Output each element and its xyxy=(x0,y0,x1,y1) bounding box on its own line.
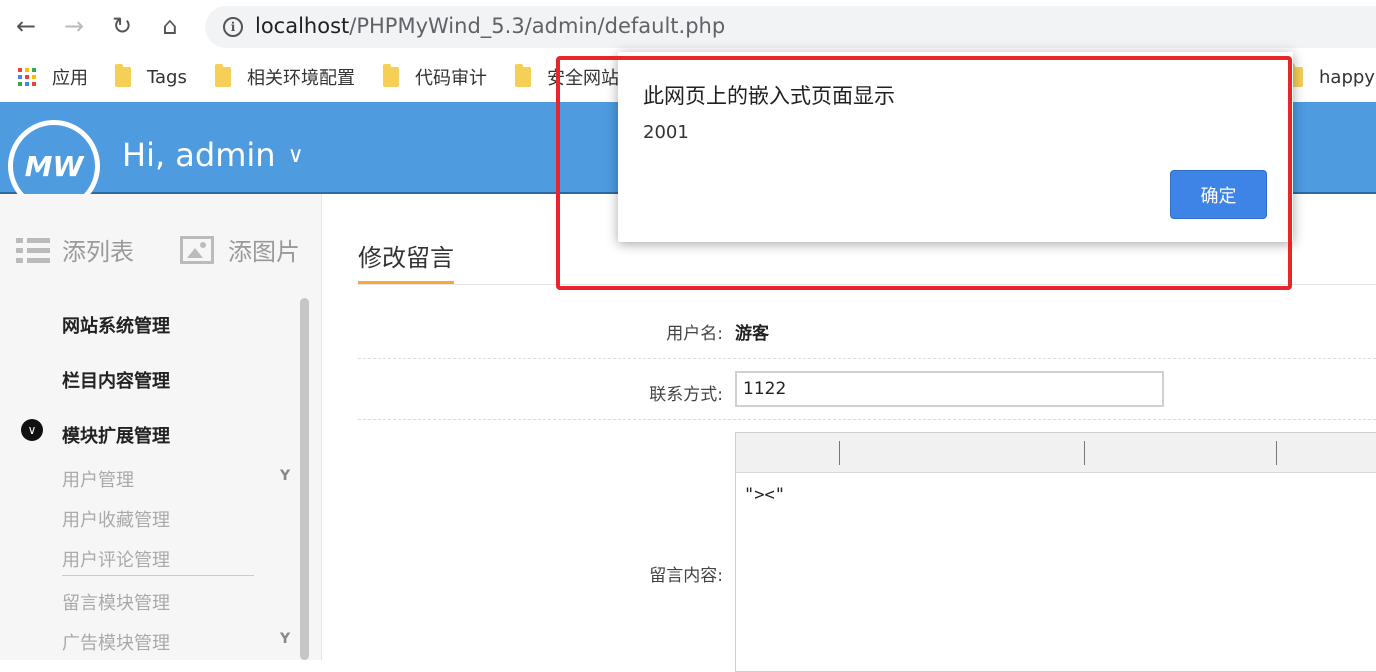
menu-module-extension[interactable]: 模块扩展管理 xyxy=(62,422,170,448)
url-path: /PHPMyWind_5.3/admin/default.php xyxy=(349,14,726,38)
bookmark-label: Tags xyxy=(147,66,187,88)
folder-icon xyxy=(215,64,231,87)
contact-input[interactable]: 1122 xyxy=(735,371,1164,407)
apps-grid-icon xyxy=(18,68,36,86)
username-value: 游客 xyxy=(735,324,769,344)
user-menu[interactable]: Hi, admin ∨ xyxy=(122,136,304,174)
bookmark-label: 代码审计 xyxy=(415,68,487,89)
submenu-divider xyxy=(62,575,254,576)
submenu-guestbook[interactable]: 留言模块管理 xyxy=(62,589,170,615)
chevron-down-icon: ∨ xyxy=(287,142,304,168)
menu-site-system[interactable]: 网站系统管理 xyxy=(62,312,170,338)
forward-arrow-icon[interactable]: → xyxy=(58,10,90,42)
folder-icon xyxy=(115,64,131,87)
info-icon[interactable]: i xyxy=(223,17,243,37)
submenu-user-management[interactable]: 用户管理 xyxy=(62,466,134,492)
url-text[interactable]: localhost/PHPMyWind_5.3/admin/default.ph… xyxy=(255,14,725,38)
folder-icon xyxy=(515,64,531,87)
title-rule xyxy=(358,284,1376,285)
bookmark-label: happy xyxy=(1319,66,1375,88)
submenu-ads[interactable]: 广告模块管理 xyxy=(62,629,170,655)
home-icon[interactable]: ⌂ xyxy=(154,10,186,42)
bookmark-label: 应用 xyxy=(52,68,88,89)
bookmark-label: 相关环境配置 xyxy=(247,68,355,89)
dialog-message: 2001 xyxy=(643,122,689,143)
quick-link-label: 添图片 xyxy=(228,238,300,266)
bookmark-apps[interactable]: 应用 xyxy=(18,64,88,90)
sidebar: 添列表 添图片 网站系统管理 栏目内容管理 ∨ 模块扩展管理 用户管理 Y 用户… xyxy=(0,194,322,660)
submenu-user-comments[interactable]: 用户评论管理 xyxy=(62,546,170,572)
back-arrow-icon[interactable]: ← xyxy=(10,10,42,42)
toolbar-separator xyxy=(1084,441,1085,465)
content-label: 留言内容: xyxy=(649,566,723,586)
collapse-toggle-icon[interactable]: ∨ xyxy=(21,419,43,441)
quick-add-image[interactable]: 添图片 xyxy=(180,232,300,267)
editor-toolbar xyxy=(736,433,1376,473)
toolbar-separator xyxy=(1276,441,1277,465)
message-editor[interactable]: "><" xyxy=(735,432,1376,672)
page-title: 修改留言 xyxy=(358,244,454,272)
submenu-user-favorites[interactable]: 用户收藏管理 xyxy=(62,506,170,532)
logo-text: MW xyxy=(24,149,84,183)
browser-toolbar: ← → ↻ ⌂ i localhost/PHPMyWind_5.3/admin/… xyxy=(0,0,1376,56)
greeting-text: Hi, admin xyxy=(122,136,276,174)
bookmark-security-sites[interactable]: 安全网站 xyxy=(515,64,619,90)
row-divider xyxy=(358,358,1376,359)
pin-icon[interactable]: Y xyxy=(280,631,290,647)
row-divider xyxy=(358,419,1376,420)
bookmark-tags[interactable]: Tags xyxy=(115,64,187,90)
list-icon xyxy=(16,236,50,264)
quick-add-list[interactable]: 添列表 xyxy=(16,232,134,267)
pin-icon[interactable]: Y xyxy=(280,468,290,484)
sidebar-scrollbar[interactable] xyxy=(300,298,309,660)
address-bar[interactable]: i localhost/PHPMyWind_5.3/admin/default.… xyxy=(205,6,1376,48)
username-label: 用户名: xyxy=(666,324,723,344)
toolbar-separator xyxy=(839,441,840,465)
reload-icon[interactable]: ↻ xyxy=(106,10,138,42)
bookmark-code-audit[interactable]: 代码审计 xyxy=(383,64,487,90)
bookmark-label: 安全网站 xyxy=(547,68,619,89)
bookmark-happy[interactable]: happy xyxy=(1287,64,1375,90)
ok-button[interactable]: 确定 xyxy=(1170,170,1267,219)
contact-label: 联系方式: xyxy=(649,385,723,405)
folder-icon xyxy=(383,64,399,87)
image-icon xyxy=(180,235,214,264)
dialog-title: 此网页上的嵌入式页面显示 xyxy=(643,84,895,108)
bookmark-env-config[interactable]: 相关环境配置 xyxy=(215,64,355,90)
quick-link-label: 添列表 xyxy=(62,238,134,266)
editor-content[interactable]: "><" xyxy=(744,485,785,505)
url-host: localhost xyxy=(255,14,350,38)
menu-column-content[interactable]: 栏目内容管理 xyxy=(62,367,170,393)
alert-dialog: 此网页上的嵌入式页面显示 2001 确定 xyxy=(618,52,1293,242)
